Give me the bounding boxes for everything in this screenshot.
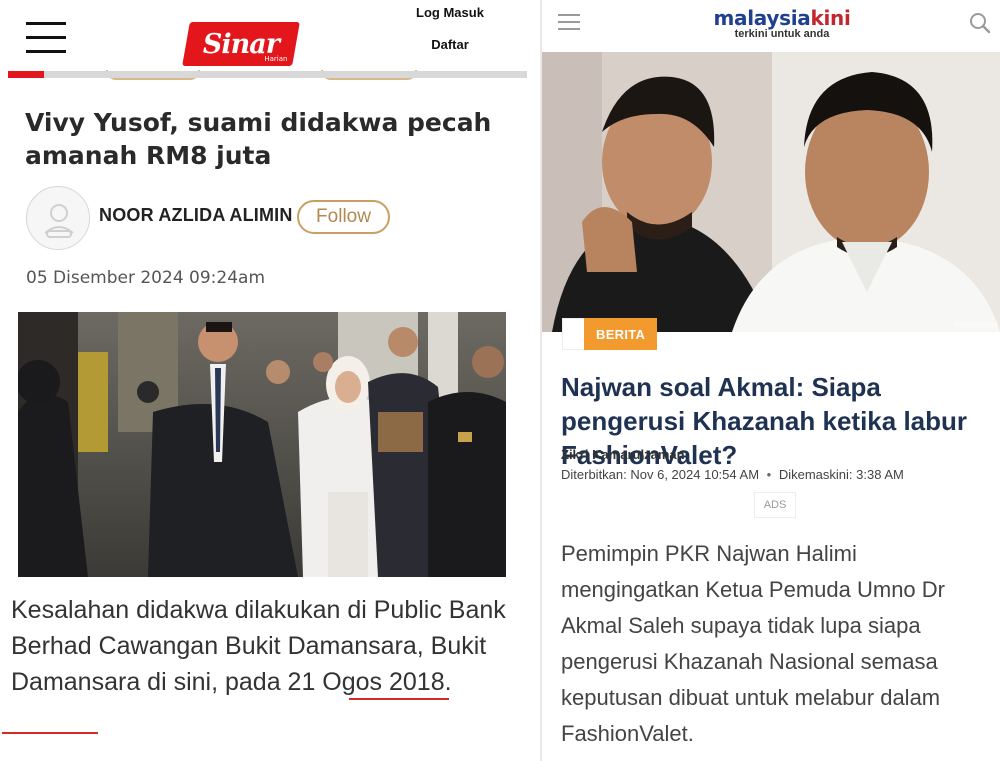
register-link[interactable]: Daftar — [395, 36, 505, 68]
malaysiakini-article-screen: malaysiakini terkini untuk anda malaysia… — [542, 0, 1000, 761]
ads-placeholder: ADS — [754, 492, 796, 518]
logo-sub: Harian — [264, 55, 288, 63]
logo-part-1: malaysia — [713, 6, 811, 30]
published-value: Nov 6, 2024 10:54 AM — [630, 467, 760, 482]
publish-date: 05 Disember 2024 09:24am — [26, 268, 266, 288]
badge-label: BERITA — [584, 318, 658, 350]
auth-links: Log Masuk Daftar — [395, 4, 505, 68]
sinar-article-screen: Sinar Harian Log Masuk Daftar Vivy Yusof… — [0, 0, 540, 761]
article-meta: Diterbitkan: Nov 6, 2024 10:54 AM • Dike… — [561, 467, 904, 482]
follow-button[interactable]: Follow — [297, 200, 390, 234]
red-underline — [349, 698, 449, 700]
updated-label: Dikemaskini: — [778, 467, 853, 482]
published-label: Diterbitkan: — [561, 467, 627, 482]
search-icon[interactable] — [969, 12, 991, 34]
author-name[interactable]: NOOR AZLIDA ALIMIN — [99, 205, 293, 226]
article-photo: malaysiakini — [542, 52, 1000, 332]
category-badge[interactable]: BERITA — [562, 318, 658, 350]
reading-progress-fill — [8, 71, 45, 78]
photo-watermark: malaysiakini — [954, 320, 998, 329]
menu-icon[interactable] — [558, 14, 580, 32]
menu-icon[interactable] — [26, 22, 66, 54]
red-underline — [2, 732, 98, 734]
article-body: Kesalahan didakwa dilakukan di Public Ba… — [11, 592, 531, 700]
article-title: Vivy Yusof, suami didakwa pecah amanah R… — [25, 108, 492, 170]
logo-part-2: kini — [810, 6, 851, 30]
author-name[interactable]: Zikri Kamarulzaman — [561, 447, 685, 462]
reading-progress-bar — [8, 71, 527, 78]
underlined-date: 21 Ogos 2018. — [287, 668, 452, 696]
malaysiakini-logo[interactable]: malaysiakini terkini untuk anda — [692, 6, 872, 40]
sinar-harian-logo[interactable]: Sinar Harian — [182, 22, 300, 66]
article-body: Pemimpin PKR Najwan Halimi mengingatkan … — [561, 541, 945, 746]
meta-separator: • — [766, 467, 772, 482]
login-link[interactable]: Log Masuk — [395, 4, 505, 36]
updated-value: 3:38 AM — [856, 467, 904, 482]
badge-left-block — [562, 318, 584, 350]
article-photo — [18, 312, 506, 577]
user-avatar-icon[interactable] — [26, 186, 90, 250]
